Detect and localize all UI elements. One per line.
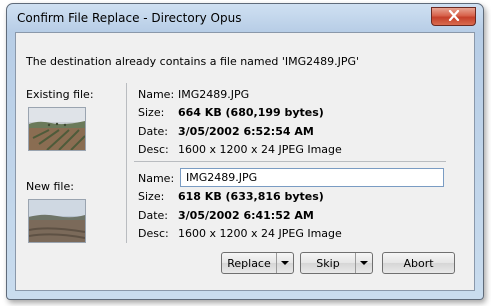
existing-name-label: Name:: [138, 88, 175, 101]
existing-name-value: IMG2489.JPG: [178, 88, 250, 101]
existing-file-heading: Existing file:: [26, 88, 94, 101]
new-name-label: Name:: [138, 172, 175, 185]
message-text: The destination already contains a file …: [26, 55, 360, 68]
new-date-label: Date:: [138, 209, 168, 222]
dialog-body: The destination already contains a file …: [15, 32, 475, 291]
abort-button[interactable]: Abort: [382, 252, 455, 274]
replace-button-label[interactable]: Replace: [222, 253, 276, 273]
vertical-divider: [126, 83, 127, 243]
existing-file-thumbnail: [28, 107, 86, 151]
new-name-input[interactable]: [180, 168, 444, 187]
close-icon: [448, 9, 460, 24]
replace-button[interactable]: Replace: [221, 252, 294, 274]
abort-button-label[interactable]: Abort: [383, 253, 454, 273]
new-date-value: 3/05/2002 6:41:52 AM: [178, 209, 314, 222]
close-button[interactable]: [431, 7, 476, 26]
existing-desc-value: 1600 x 1200 x 24 JPEG Image: [178, 143, 342, 156]
skip-button-label[interactable]: Skip: [301, 253, 355, 273]
new-desc-label: Desc:: [138, 227, 169, 240]
existing-date-value: 3/05/2002 6:52:54 AM: [178, 125, 314, 138]
new-desc-value: 1600 x 1200 x 24 JPEG Image: [178, 227, 342, 240]
horizontal-divider: [134, 161, 446, 162]
new-size-value: 618 KB (633,816 bytes): [178, 190, 324, 203]
new-file-thumbnail: [28, 199, 86, 243]
skip-button[interactable]: Skip: [300, 252, 373, 274]
existing-date-label: Date:: [138, 125, 168, 138]
chevron-down-icon: [281, 261, 289, 265]
existing-size-label: Size:: [138, 106, 165, 119]
new-size-label: Size:: [138, 190, 165, 203]
skip-dropdown-button[interactable]: [355, 253, 372, 273]
existing-size-value: 664 KB (680,199 bytes): [178, 106, 324, 119]
window-title: Confirm File Replace - Directory Opus: [17, 11, 242, 25]
dialog-window: Confirm File Replace - Directory Opus Th…: [6, 3, 484, 300]
chevron-down-icon: [360, 261, 368, 265]
replace-dropdown-button[interactable]: [276, 253, 293, 273]
title-bar[interactable]: Confirm File Replace - Directory Opus: [7, 4, 483, 32]
existing-desc-label: Desc:: [138, 143, 169, 156]
new-file-heading: New file:: [26, 180, 74, 193]
